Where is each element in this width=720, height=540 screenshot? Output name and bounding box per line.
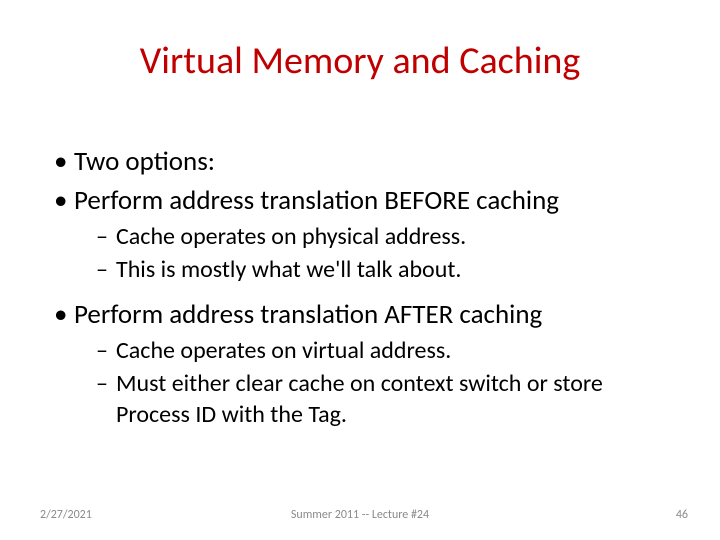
slide: Virtual Memory and Caching Two options: … [0,0,720,540]
bullet-level2: Cache operates on virtual address. [48,336,680,367]
bullet-level2: Cache operates on physical address. [48,222,680,253]
bullet-text: Cache operates on virtual address. [116,336,451,365]
bullet-level2: This is mostly what we'll talk about. [48,255,680,286]
bullet-text: Two options: [74,145,215,178]
bullet-level1: Perform address translation BEFORE cachi… [48,184,680,219]
bullet-text: This is mostly what we'll talk about. [116,255,461,284]
bullet-text: Must either clear cache on context switc… [116,369,603,429]
footer-center: Summer 2011 -- Lecture #24 [0,508,720,522]
bullet-text: Perform address translation AFTER cachin… [74,298,542,331]
bullet-level2: Must either clear cache on context switc… [48,369,680,430]
slide-title: Virtual Memory and Caching [0,38,720,84]
slide-body: Two options: Perform address translation… [48,145,680,432]
footer-page-number: 46 [676,508,688,522]
bullet-level1: Perform address translation AFTER cachin… [48,298,680,333]
bullet-level1: Two options: [48,145,680,180]
spacer [48,288,680,298]
bullet-text: Perform address translation BEFORE cachi… [74,184,559,217]
bullet-text: Cache operates on physical address. [116,222,466,251]
